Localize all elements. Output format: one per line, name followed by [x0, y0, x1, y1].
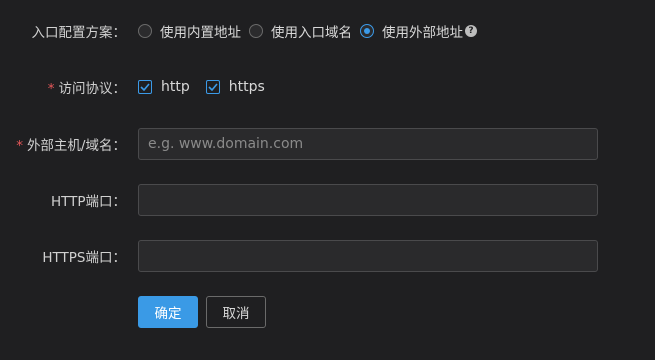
entry-scheme-radio-group: 使用内置地址 使用入口域名 使用外部地址 ? [138, 21, 485, 41]
radio-option-builtin-address[interactable]: 使用内置地址 [138, 21, 241, 41]
external-host-label-text: 外部主机/域名： [26, 138, 126, 154]
checkbox-https[interactable] [205, 80, 220, 94]
protocol-checkbox-group: http https [138, 79, 281, 95]
required-mark: * [16, 138, 23, 154]
checkbox-http[interactable] [138, 80, 152, 94]
http-port-input[interactable] [138, 184, 598, 216]
checkbox-option-https[interactable]: https [205, 79, 265, 95]
actions-row: 确定 取消 [0, 296, 655, 328]
http-port-label: HTTP端口： [50, 194, 126, 210]
checkbox-http-label: http [161, 79, 190, 95]
radio-entry-domain[interactable] [249, 24, 263, 38]
radio-external-address[interactable] [360, 24, 374, 38]
entry-scheme-label: 入口配置方案： [31, 25, 127, 41]
cancel-button[interactable]: 取消 [206, 296, 266, 328]
required-mark: * [47, 81, 55, 97]
protocol-row: * 访问协议： http https [0, 74, 655, 100]
radio-external-address-label: 使用外部地址 [382, 25, 463, 41]
radio-builtin-address-label: 使用内置地址 [160, 25, 241, 41]
https-port-input[interactable] [138, 240, 598, 272]
external-host-label: * 外部主机/域名： [0, 134, 138, 154]
radio-option-external-address[interactable]: 使用外部地址 ? [360, 21, 477, 41]
checkbox-https-label: https [228, 79, 265, 95]
https-port-row: HTTPS端口： [0, 240, 655, 272]
protocol-label-text: 访问协议： [58, 81, 127, 97]
https-port-label: HTTPS端口： [42, 250, 126, 266]
question-circle-icon[interactable]: ? [465, 25, 477, 37]
radio-builtin-address[interactable] [138, 24, 152, 38]
radio-entry-domain-label: 使用入口域名 [271, 25, 352, 41]
entry-scheme-row: 入口配置方案： 使用内置地址 使用入口域名 使用外部地址 ? [0, 19, 655, 43]
protocol-label: * 访问协议： [0, 77, 138, 97]
check-icon [140, 83, 150, 91]
checkbox-option-http[interactable]: http [138, 79, 190, 95]
http-port-row: HTTP端口： [0, 184, 655, 216]
radio-option-entry-domain[interactable]: 使用入口域名 [249, 21, 352, 41]
confirm-button[interactable]: 确定 [138, 296, 198, 328]
external-host-input[interactable] [138, 128, 598, 160]
external-host-row: * 外部主机/域名： [0, 128, 655, 160]
check-icon [208, 83, 218, 91]
